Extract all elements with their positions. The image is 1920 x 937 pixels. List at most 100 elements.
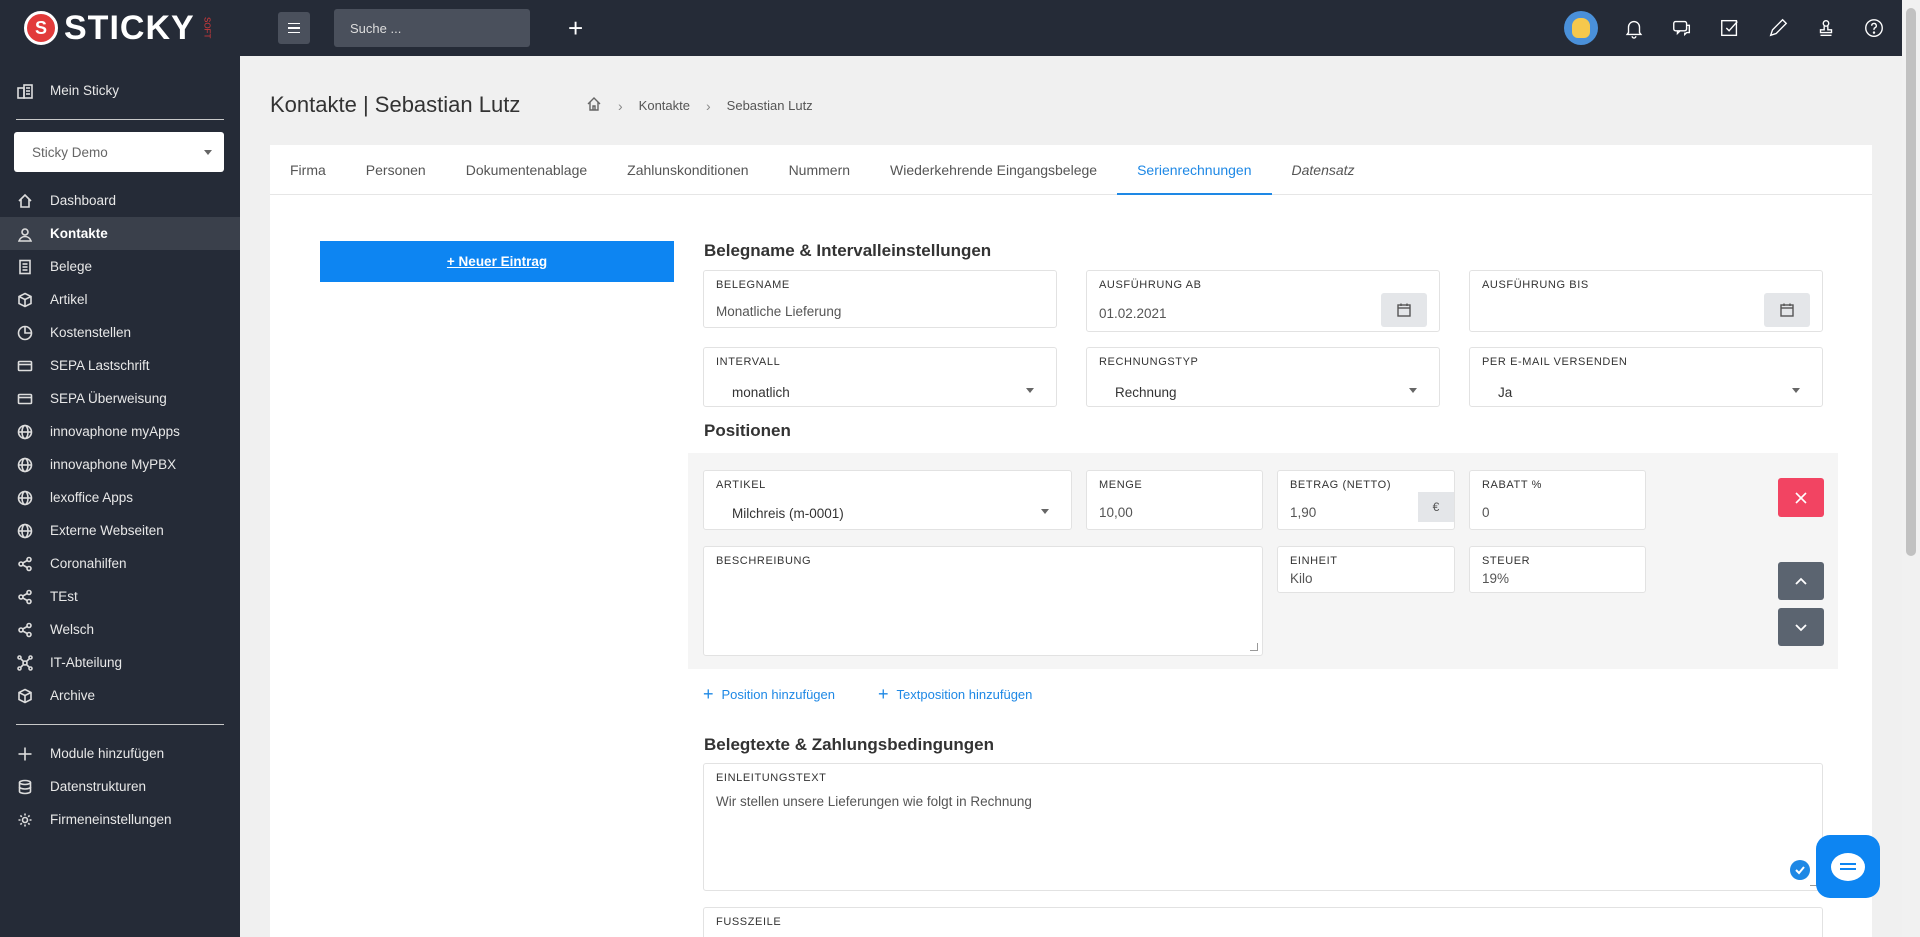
sidebar-bottom-nav: Module hinzufügen Datenstrukturen Firmenei… [0,737,240,836]
database-icon [16,778,34,796]
menge-field[interactable]: MENGE 10,00 [1086,470,1263,530]
sidebar-item-label: SEPA Überweisung [50,391,167,406]
top-icons [1564,0,1902,56]
share-icon [16,588,34,606]
section-title-intervall: Belegname & Intervalleinstellungen [704,241,992,260]
sidebar-item-innovaphone-myapps[interactable]: innovaphone myApps [0,415,240,448]
sidebar-item-lexoffice-apps[interactable]: lexoffice Apps [0,481,240,514]
sidebar-item-firmeneinstellungen[interactable]: Firmeneinstellungen [0,803,240,836]
field-value: Kilo [1290,571,1313,586]
breadcrumb-item[interactable]: Kontakte [639,98,690,113]
sidebar-item-it-abteilung[interactable]: IT-Abteilung [0,646,240,679]
sidebar-item-dashboard[interactable]: Dashboard [0,184,240,217]
sidebar-item-module-hinzufügen[interactable]: Module hinzufügen [0,737,240,770]
belegname-field[interactable]: BELEGNAME Monatliche Lieferung [703,270,1057,328]
document-icon [16,258,34,276]
tab-personen[interactable]: Personen [346,145,446,194]
scrollbar-thumb[interactable] [1906,8,1916,556]
sidebar-item-mein-sticky[interactable]: Mein Sticky [0,74,240,107]
sidebar-item-datenstrukturen[interactable]: Datenstrukturen [0,770,240,803]
sidebar-item-archive[interactable]: Archive [0,679,240,712]
sidebar-item-label: Dashboard [50,193,117,208]
beschreibung-textarea[interactable]: BESCHREIBUNG [703,546,1263,656]
einleitungstext-textarea[interactable]: EINLEITUNGSTEXT Wir stellen unsere Liefe… [703,763,1823,891]
delete-position-button[interactable] [1778,478,1824,517]
box-icon [16,687,34,705]
search-input[interactable] [334,9,530,47]
chat-widget-button[interactable] [1816,835,1880,898]
sidebar-item-kontakte[interactable]: Kontakte [0,217,240,250]
tab-nummern[interactable]: Nummern [769,145,870,194]
resize-handle[interactable] [1250,643,1258,651]
new-entry-button[interactable]: + Neuer Eintrag [320,241,674,282]
sidebar-item-label: Datenstrukturen [50,779,147,794]
ausfuehrung-bis-field[interactable]: AUSFÜHRUNG BIS [1469,270,1823,332]
logo-text: STICKY [64,8,195,47]
einheit-field[interactable]: EINHEIT Kilo [1277,546,1455,593]
sidebar-item-label: innovaphone MyPBX [50,457,177,472]
sidebar-item-sepa-überweisung[interactable]: SEPA Überweisung [0,382,240,415]
intervall-select[interactable]: INTERVALL monatlich [703,347,1057,407]
sidebar-item-label: Kontakte [50,226,108,241]
artikel-select[interactable]: ARTIKEL Milchreis (m-0001) [703,470,1072,530]
logo-subtext: SOFT [202,17,212,39]
field-value: 01.02.2021 [1099,306,1167,321]
app-logo[interactable]: S STICKY SOFT [0,0,240,56]
sidebar-item-artikel[interactable]: Artikel [0,283,240,316]
top-bar: + [240,0,1902,56]
sidebar-item-label: Externe Webseiten [50,523,164,538]
menu-toggle-button[interactable] [278,12,310,44]
add-textposition-link[interactable]: + Textposition hinzufügen [878,685,1032,703]
bell-icon[interactable] [1622,16,1646,40]
chevron-down-icon [1026,388,1034,393]
company-select[interactable]: Sticky Demo [14,132,224,172]
betrag-field[interactable]: BETRAG (NETTO) 1,90 € [1277,470,1455,530]
ausfuehrung-ab-field[interactable]: AUSFÜHRUNG AB 01.02.2021 [1086,270,1440,332]
email-select[interactable]: PER E-MAIL VERSENDEN Ja [1469,347,1823,407]
rechnungstyp-select[interactable]: RECHNUNGSTYP Rechnung [1086,347,1440,407]
sidebar-item-coronahilfen[interactable]: Coronahilfen [0,547,240,580]
sidebar-item-kostenstellen[interactable]: Kostenstellen [0,316,240,349]
stamp-icon[interactable] [1814,16,1838,40]
rabatt-field[interactable]: RABATT % 0 [1469,470,1646,530]
sidebar-item-label: SEPA Lastschrift [50,358,150,373]
avatar[interactable] [1564,11,1598,45]
breadcrumb: › Kontakte › Sebastian Lutz [586,96,813,115]
tab-wiederkehrende-eingangsbelege[interactable]: Wiederkehrende Eingangsbelege [870,145,1117,194]
tab-firma[interactable]: Firma [290,145,346,194]
help-icon[interactable] [1862,16,1886,40]
sidebar-item-test[interactable]: TEst [0,580,240,613]
sidebar-item-label: Welsch [50,622,95,637]
calendar-icon[interactable] [1764,293,1810,327]
chevron-right-icon: › [706,97,711,114]
task-check-icon[interactable] [1718,16,1742,40]
sidebar-item-label: Belege [50,259,93,274]
sidebar-item-sepa-lastschrift[interactable]: SEPA Lastschrift [0,349,240,382]
globe-icon [16,522,34,540]
chat-icon[interactable] [1670,16,1694,40]
pencil-icon[interactable] [1766,16,1790,40]
move-up-button[interactable] [1778,562,1824,600]
plus-icon: + [703,684,714,704]
breadcrumb-item: Sebastian Lutz [726,98,813,113]
page-scrollbar[interactable] [1902,0,1920,937]
tab-zahlunskonditionen[interactable]: Zahlunskonditionen [607,145,768,194]
sidebar-item-belege[interactable]: Belege [0,250,240,283]
sidebar-item-innovaphone-mypbx[interactable]: innovaphone MyPBX [0,448,240,481]
sidebar-item-label: Module hinzufügen [50,746,165,761]
tab-datensatz[interactable]: Datensatz [1272,145,1375,194]
add-button[interactable]: + [568,15,583,41]
steuer-field[interactable]: STEUER 19% [1469,546,1646,593]
avatar-face [1572,18,1590,38]
move-down-button[interactable] [1778,608,1824,646]
tab-serienrechnungen[interactable]: Serienrechnungen [1117,145,1272,195]
calendar-icon[interactable] [1381,293,1427,327]
chat-bubble-icon [1831,852,1865,881]
sidebar-item-externe-webseiten[interactable]: Externe Webseiten [0,514,240,547]
add-position-link[interactable]: + Position hinzufügen [703,685,835,703]
tab-dokumentenablage[interactable]: Dokumentenablage [446,145,607,194]
check-icon [1790,860,1810,880]
sidebar-item-welsch[interactable]: Welsch [0,613,240,646]
fusszeile-textarea[interactable]: FUSSZEILE [703,907,1823,937]
home-icon[interactable] [586,96,602,115]
